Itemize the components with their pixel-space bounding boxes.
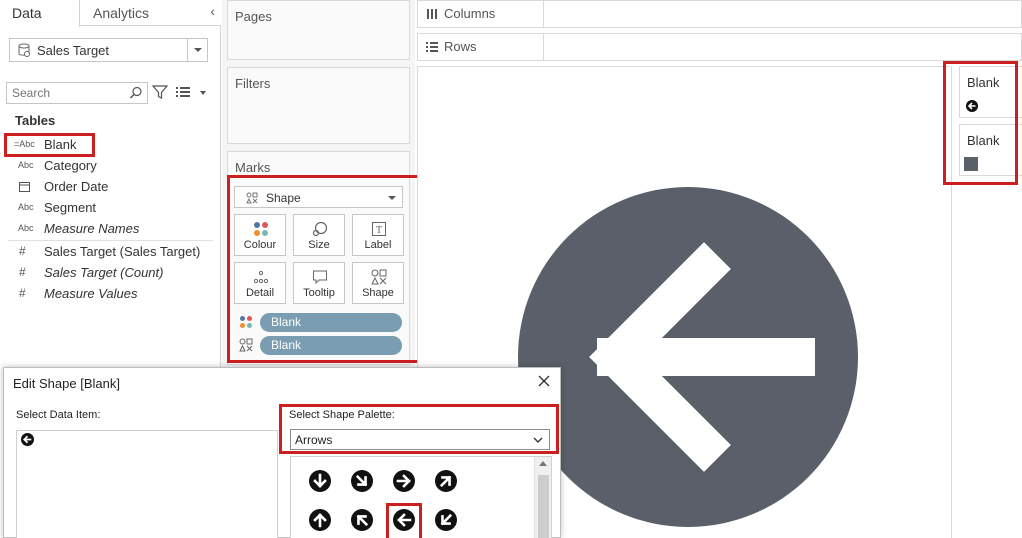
tab-analytics[interactable]: Analytics <box>93 0 149 26</box>
search-icon[interactable] <box>129 86 143 100</box>
field-order-date[interactable]: Order Date <box>0 177 221 197</box>
rows-shelf[interactable]: Rows <box>417 33 1022 61</box>
field-segment[interactable]: Abc Segment <box>0 198 221 218</box>
field-sales-target[interactable]: # Sales Target (Sales Target) <box>0 242 221 262</box>
datasource-icon <box>18 43 30 57</box>
pages-card[interactable]: Pages <box>227 0 410 60</box>
arrow-left-icon[interactable] <box>21 433 34 446</box>
field-measure-values[interactable]: # Measure Values <box>0 284 221 304</box>
shape-palette-grid <box>290 456 552 538</box>
field-label: Category <box>44 158 97 173</box>
string-type-icon: Abc <box>18 202 34 212</box>
columns-shelf-label: Columns <box>418 1 544 27</box>
calendar-icon <box>19 182 30 192</box>
datasource-select[interactable]: Sales Target <box>9 38 208 62</box>
columns-icon <box>427 9 437 19</box>
pane-tabs: Data Analytics ‹ <box>0 0 221 27</box>
field-label: Sales Target (Count) <box>44 265 164 280</box>
filters-card[interactable]: Filters <box>227 67 410 144</box>
rows-label: Rows <box>444 39 477 54</box>
filters-title: Filters <box>235 76 271 91</box>
arrow-up-left-icon[interactable] <box>350 508 374 532</box>
rows-icon <box>426 42 438 52</box>
close-icon[interactable] <box>536 373 552 389</box>
columns-shelf[interactable]: Columns <box>417 0 1022 28</box>
highlight-box <box>279 404 559 454</box>
number-type-icon: # <box>19 265 26 279</box>
field-label: Measure Names <box>44 221 140 236</box>
chevron-down-icon[interactable] <box>187 39 207 61</box>
tables-heading: Tables <box>15 113 56 128</box>
data-item-list[interactable] <box>16 430 278 538</box>
field-label: Order Date <box>44 179 109 194</box>
field-label: Sales Target (Sales Target) <box>44 244 201 259</box>
field-measure-names[interactable]: Abc Measure Names <box>0 219 221 239</box>
arrow-down-left-icon[interactable] <box>434 508 458 532</box>
view-list-icon[interactable] <box>176 86 190 98</box>
field-label: Measure Values <box>44 286 138 301</box>
chevron-down-icon[interactable] <box>200 91 206 95</box>
highlight-box <box>943 61 1018 185</box>
tab-data[interactable]: Data <box>0 0 80 27</box>
edit-shape-dialog: Edit Shape [Blank] Select Data Item: Sel… <box>3 367 561 538</box>
search-field[interactable] <box>6 82 148 104</box>
rows-shelf-label: Rows <box>418 34 544 60</box>
scrollbar[interactable] <box>534 457 551 538</box>
arrow-down-icon[interactable] <box>308 469 332 493</box>
dialog-title: Edit Shape [Blank] <box>13 376 120 391</box>
datasource-name: Sales Target <box>37 43 110 58</box>
number-type-icon: # <box>19 244 26 258</box>
field-label: Segment <box>44 200 97 215</box>
highlight-box <box>227 175 427 363</box>
string-type-icon: Abc <box>18 160 34 170</box>
scroll-up-icon[interactable] <box>539 461 547 466</box>
search-input[interactable] <box>7 83 122 103</box>
scroll-thumb[interactable] <box>538 475 549 538</box>
arrow-left-icon[interactable] <box>516 185 860 529</box>
arrow-up-right-icon[interactable] <box>434 469 458 493</box>
pages-title: Pages <box>235 9 272 24</box>
marks-title: Marks <box>235 160 271 175</box>
highlight-box <box>4 133 95 157</box>
number-type-icon: # <box>19 286 26 300</box>
select-data-item-label: Select Data Item: <box>16 409 101 421</box>
highlight-box <box>386 503 422 538</box>
divider <box>8 240 213 241</box>
filter-icon[interactable] <box>152 84 168 100</box>
collapse-pane-icon[interactable]: ‹ <box>210 3 215 19</box>
string-type-icon: Abc <box>18 223 34 233</box>
arrow-down-right-icon[interactable] <box>350 469 374 493</box>
field-sales-target-count[interactable]: # Sales Target (Count) <box>0 263 221 283</box>
arrow-up-icon[interactable] <box>308 508 332 532</box>
columns-label: Columns <box>444 6 496 21</box>
arrow-right-icon[interactable] <box>392 469 416 493</box>
field-category[interactable]: Abc Category <box>0 156 221 176</box>
